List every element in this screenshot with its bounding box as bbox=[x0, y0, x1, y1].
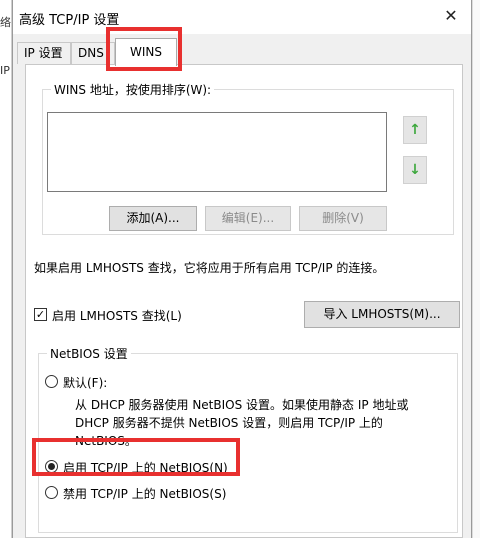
move-up-icon[interactable]: ↑ bbox=[403, 116, 427, 144]
lmhosts-info-text: 如果启用 LMHOSTS 查找，它将应用于所有启用 TCP/IP 的连接。 bbox=[34, 261, 385, 275]
netbios-disable-label[interactable]: 禁用 TCP/IP 上的 NetBIOS(S) bbox=[63, 485, 226, 502]
netbios-disable-radio[interactable] bbox=[45, 486, 58, 499]
wins-address-group: WINS 地址，按使用排序(W): ↑ ↓ 添加(A)... 编辑(E)... … bbox=[42, 81, 454, 235]
netbios-default-label[interactable]: 默认(F): bbox=[63, 374, 107, 391]
wins-panel: WINS 地址，按使用排序(W): ↑ ↓ 添加(A)... 编辑(E)... … bbox=[25, 64, 463, 538]
netbios-default-description: NetBIOS。 bbox=[75, 434, 137, 448]
background-text: 络 bbox=[0, 16, 11, 29]
netbios-default-radio[interactable] bbox=[45, 375, 58, 388]
netbios-group-label: NetBIOS 设置 bbox=[47, 345, 131, 362]
background-window-right bbox=[472, 0, 480, 538]
title-bar[interactable]: 高级 TCP/IP 设置 ✕ bbox=[13, 0, 471, 34]
netbios-default-description: DHCP 服务器不提供 NetBIOS 设置，则启用 TCP/IP 上的 bbox=[75, 416, 383, 430]
lmhosts-checkbox-label[interactable]: 启用 LMHOSTS 查找(L) bbox=[52, 307, 182, 324]
delete-button[interactable]: 删除(V) bbox=[299, 206, 387, 231]
wins-address-list[interactable] bbox=[47, 112, 387, 192]
background-text: IP bbox=[0, 64, 10, 77]
tab-wins[interactable]: WINS bbox=[115, 38, 177, 66]
wins-group-label: WINS 地址，按使用排序(W): bbox=[51, 81, 215, 98]
add-button[interactable]: 添加(A)... bbox=[109, 206, 197, 231]
netbios-default-description: 从 DHCP 服务器使用 NetBIOS 设置。如果使用静态 IP 地址或 bbox=[75, 398, 409, 412]
tab-dns[interactable]: DNS bbox=[71, 42, 115, 64]
edit-button[interactable]: 编辑(E)... bbox=[205, 206, 291, 231]
netbios-enable-label[interactable]: 启用 TCP/IP 上的 NetBIOS(N) bbox=[63, 459, 228, 476]
import-lmhosts-button[interactable]: 导入 LMHOSTS(M)... bbox=[304, 301, 460, 328]
tab-ip-settings[interactable]: IP 设置 bbox=[17, 42, 71, 64]
window-title: 高级 TCP/IP 设置 bbox=[19, 13, 120, 28]
background-window: 络 IP bbox=[0, 0, 12, 538]
netbios-group: NetBIOS 设置 默认(F): 从 DHCP 服务器使用 NetBIOS 设… bbox=[38, 345, 458, 533]
advanced-tcpip-dialog: 高级 TCP/IP 设置 ✕ IP 设置 DNS WINS WINS 地址，按使… bbox=[12, 0, 472, 538]
move-down-icon[interactable]: ↓ bbox=[403, 156, 427, 184]
lmhosts-checkbox[interactable]: ✓ bbox=[34, 308, 47, 321]
netbios-enable-radio[interactable] bbox=[45, 460, 58, 473]
close-icon[interactable]: ✕ bbox=[431, 0, 471, 34]
